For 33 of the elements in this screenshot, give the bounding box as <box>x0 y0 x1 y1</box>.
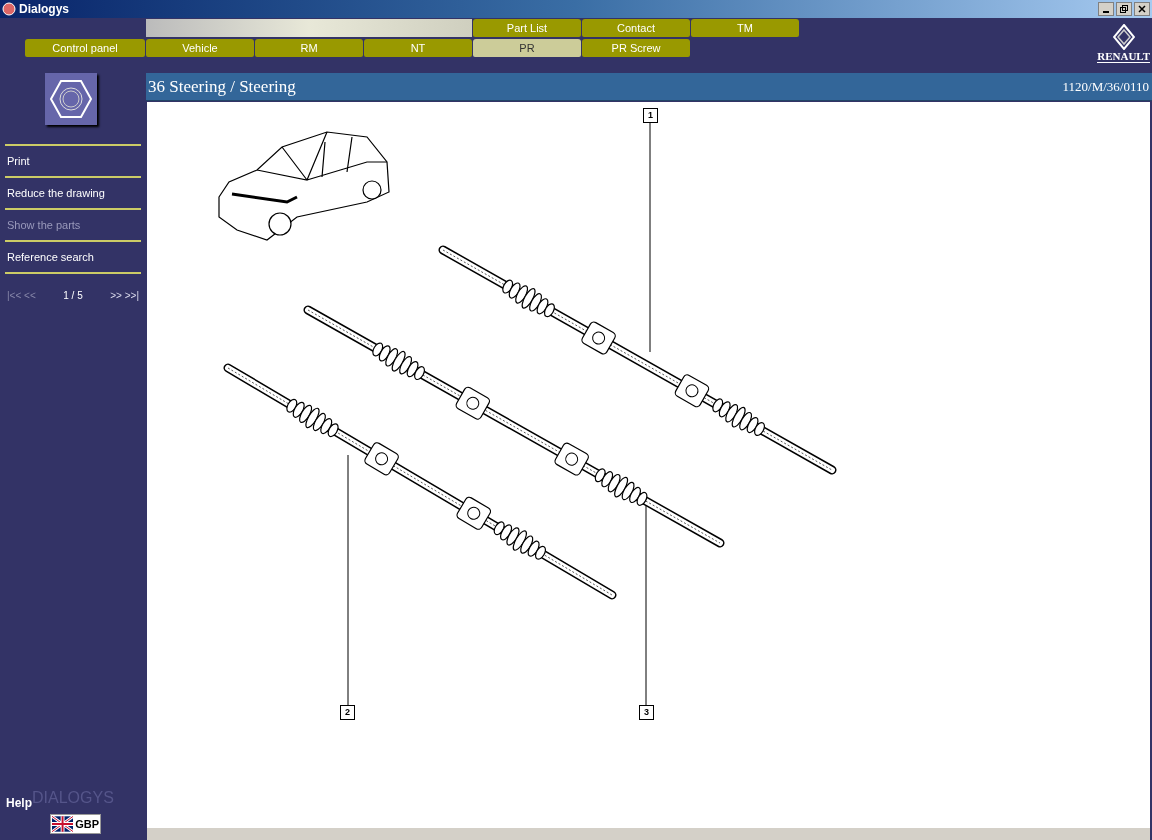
sidebar-menu-item[interactable]: Print <box>0 146 146 176</box>
restore-button[interactable] <box>1116 2 1132 16</box>
page-title: 36 Steering / Steering <box>148 75 296 98</box>
minimize-button[interactable] <box>1098 2 1114 16</box>
restore-icon <box>1120 5 1128 13</box>
nav-tab[interactable]: Vehicle <box>146 39 254 57</box>
nav-tab[interactable]: PR <box>473 39 581 57</box>
nav-tab[interactable]: PR Screw <box>582 39 690 57</box>
union-flag-icon <box>52 816 74 832</box>
close-icon <box>1138 5 1146 13</box>
brand-logo: RENAULT <box>1097 24 1150 73</box>
diamond-logo-icon <box>1112 24 1135 50</box>
product-name: DIALOGYS <box>32 788 114 806</box>
callout-label: 3 <box>639 705 654 720</box>
last-page-link[interactable]: >> >>| <box>110 288 139 303</box>
reference-number: 1120/M/36/0110 <box>1062 77 1149 96</box>
callout-label: 1 <box>643 108 658 123</box>
nut-icon <box>45 73 97 125</box>
sidebar-menu-item[interactable]: Reduce the drawing <box>0 178 146 208</box>
help-link[interactable]: Help <box>6 794 32 812</box>
nav-tab[interactable]: Contact <box>582 19 690 37</box>
window-title: Dialogys <box>19 1 69 18</box>
nav-tab[interactable]: Control panel <box>25 39 145 57</box>
nav-tab[interactable]: Part List <box>473 19 581 37</box>
nav-tab[interactable]: RM <box>255 39 363 57</box>
sidebar-menu-item[interactable]: Reference search <box>0 242 146 272</box>
callout-label: 2 <box>340 705 355 720</box>
nav-tab[interactable]: NT <box>364 39 472 57</box>
nav-tab[interactable]: TM <box>691 19 799 37</box>
close-button[interactable] <box>1134 2 1150 16</box>
currency-button[interactable]: GBP <box>50 814 101 834</box>
app-icon <box>2 2 16 16</box>
page-counter: 1 / 5 <box>63 289 83 303</box>
